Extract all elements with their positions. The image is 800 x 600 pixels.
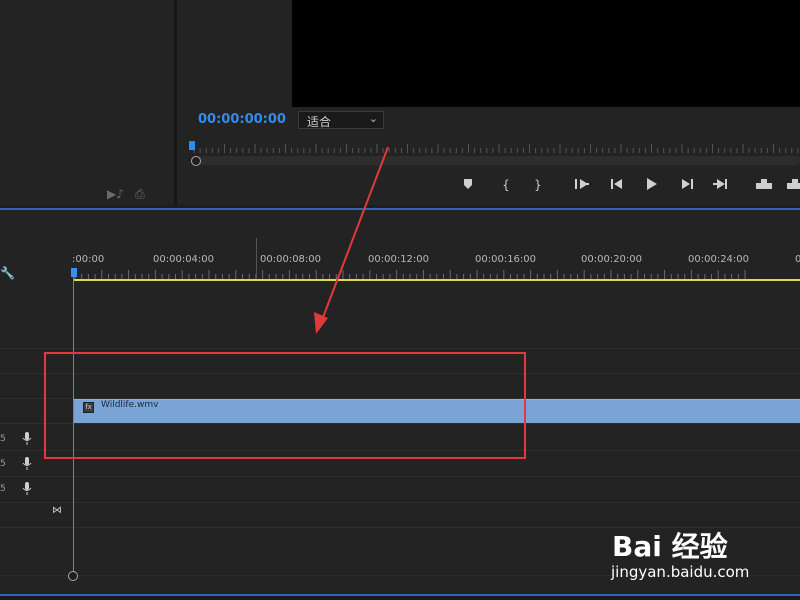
master-audio-icon[interactable]: ⋈ (52, 505, 62, 516)
track-divider (0, 502, 800, 503)
ruler-tick-label: 0 (795, 254, 800, 265)
watermark-url: jingyan.baidu.com (611, 563, 750, 581)
go-to-out-icon[interactable] (710, 176, 730, 194)
work-area-bar[interactable] (74, 279, 800, 281)
ruler-marker (256, 238, 257, 278)
fit-select[interactable]: 适合 ⌄ (298, 111, 384, 129)
ruler-tick-label: 00:00:08:00 (260, 254, 322, 265)
microphone-icon[interactable] (22, 432, 32, 445)
step-back-icon[interactable] (607, 176, 627, 194)
audio-track-number: 5 (0, 484, 6, 494)
track-divider (0, 476, 800, 477)
add-marker-icon[interactable] (458, 176, 478, 194)
monitor-zoom-handle[interactable] (191, 156, 201, 166)
timeline-ruler[interactable] (72, 210, 800, 282)
watermark-logo-text: Bai 经验 (612, 530, 728, 563)
mark-out-icon[interactable]: } (528, 176, 548, 194)
baidu-jingyan-logo: Bai 经验 (612, 525, 752, 565)
chevron-down-icon: ⌄ (368, 112, 378, 125)
wrench-icon[interactable]: 🔧 (0, 266, 15, 280)
ruler-tick-label: 00:00:20:00 (581, 254, 643, 265)
playhead-timecode[interactable]: 00:00:00:00 (198, 112, 286, 127)
annotation-highlight-box (44, 352, 526, 459)
monitor-playhead-marker[interactable] (189, 141, 195, 150)
fit-select-label: 适合 (307, 115, 332, 129)
ruler-tick-label: :00:00 (72, 254, 105, 265)
ruler-tick-label: 00:00:04:00 (153, 254, 215, 265)
microphone-icon[interactable] (22, 482, 32, 495)
monitor-mini-ruler[interactable] (190, 142, 800, 156)
track-divider (0, 348, 800, 349)
ruler-tick-label: 00:00:16:00 (475, 254, 537, 265)
ruler-tick-label: 00:00:12:00 (368, 254, 430, 265)
export-frame-icon[interactable]: ⎙ (135, 187, 145, 202)
audio-track-number: 5 (0, 459, 6, 469)
step-forward-icon[interactable] (677, 176, 697, 194)
go-to-in-icon[interactable] (572, 176, 592, 194)
audio-track-number: 5 (0, 434, 6, 444)
video-preview (292, 0, 800, 107)
microphone-icon[interactable] (22, 457, 32, 470)
bottom-strip (0, 596, 800, 600)
insert-icon[interactable]: ▶♪ (107, 187, 124, 201)
monitor-zoom-scrollbar[interactable] (194, 156, 800, 165)
extract-icon[interactable] (784, 176, 800, 194)
play-icon[interactable] (642, 176, 662, 194)
source-panel (0, 0, 174, 205)
lift-icon[interactable] (754, 176, 774, 194)
mark-in-icon[interactable]: { (496, 176, 516, 194)
timeline-zoom-handle[interactable] (68, 571, 78, 581)
ruler-tick-label: 00:00:24:00 (688, 254, 750, 265)
timeline-playhead-handle[interactable] (71, 268, 77, 277)
